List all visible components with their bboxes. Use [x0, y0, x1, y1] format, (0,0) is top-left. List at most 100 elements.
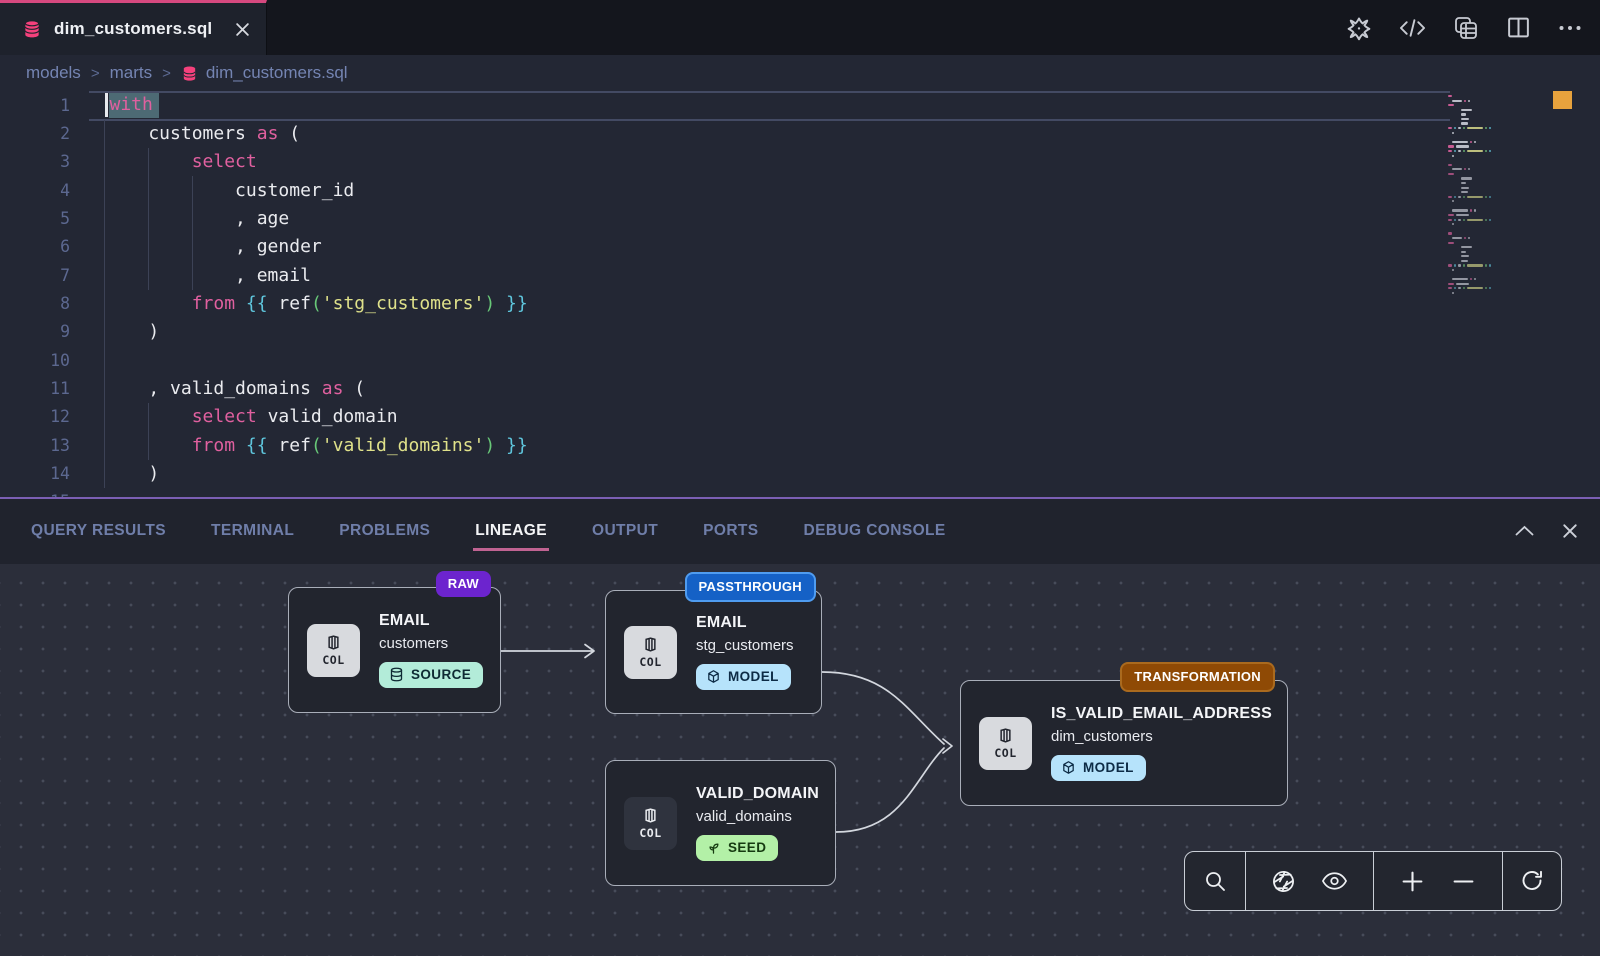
tab-close-icon[interactable]: [235, 22, 250, 37]
panel-tab-query-results[interactable]: QUERY RESULTS: [31, 522, 166, 540]
code-line: 15: [0, 488, 1600, 497]
database-icon: [389, 667, 404, 682]
node-model-name: stg_customers: [696, 637, 794, 654]
database-file-icon: [181, 65, 198, 82]
lineage-node-dim-customers[interactable]: TRANSFORMATION COL IS_VALID_EMAIL_ADDRES…: [960, 680, 1288, 806]
line-number: 6: [0, 237, 70, 256]
line-number: 5: [0, 209, 70, 228]
breadcrumb-file[interactable]: dim_customers.sql: [181, 63, 348, 83]
line-number: 10: [0, 351, 70, 370]
source-badge[interactable]: SOURCE: [379, 662, 483, 688]
node-model-name: customers: [379, 635, 483, 652]
indent-guide: [148, 403, 149, 460]
node-column-name: VALID_DOMAIN: [696, 785, 819, 803]
code-line: 10: [0, 346, 1600, 374]
code-line: 4 customer_id: [0, 176, 1600, 204]
breadcrumb-models[interactable]: models: [26, 63, 81, 83]
panel-tab-problems[interactable]: PROBLEMS: [339, 522, 430, 540]
panel-tab-debug-console[interactable]: DEBUG CONSOLE: [804, 522, 946, 540]
code-editor[interactable]: 1with2 customers as (3 select4 customer_…: [0, 91, 1600, 497]
current-line-border-bottom: [89, 119, 1450, 121]
breadcrumb: models > marts > dim_customers.sql: [0, 55, 1600, 91]
zoom-out-icon[interactable]: [1452, 870, 1475, 893]
transformation-tag: TRANSFORMATION: [1120, 662, 1275, 692]
line-number: 12: [0, 407, 70, 426]
cube-icon: [706, 669, 721, 684]
close-icon[interactable]: [1562, 523, 1578, 539]
columns-icon: [641, 635, 660, 654]
dbt-icon[interactable]: [1346, 15, 1372, 41]
node-column-name: EMAIL: [379, 612, 483, 630]
panel-tab-output[interactable]: OUTPUT: [592, 522, 658, 540]
panel-tab-lineage[interactable]: LINEAGE: [475, 522, 547, 540]
minimap[interactable]: [1448, 95, 1534, 301]
line-number: 1: [0, 96, 70, 115]
column-chip: COL: [979, 717, 1032, 770]
indent-guide: [192, 176, 193, 290]
lineage-node-stg-customers[interactable]: PASSTHROUGH COL EMAIL stg_customers MODE…: [605, 590, 822, 714]
code-icon[interactable]: [1399, 17, 1426, 39]
current-line-border-top: [89, 91, 1450, 93]
code-line: 5 , age: [0, 204, 1600, 232]
raw-tag: RAW: [436, 571, 491, 597]
lineage-node-valid-domains[interactable]: COL VALID_DOMAIN valid_domains SEED: [605, 760, 836, 886]
panel-tab-terminal[interactable]: TERMINAL: [211, 522, 294, 540]
indent-guide: [148, 148, 149, 290]
panel-header-icons: [1515, 499, 1578, 562]
line-number: 4: [0, 181, 70, 200]
breadcrumb-marts[interactable]: marts: [110, 63, 153, 83]
code-line: 6 , gender: [0, 233, 1600, 261]
seed-badge[interactable]: SEED: [696, 835, 778, 861]
aperture-icon[interactable]: [1271, 869, 1296, 894]
column-chip: COL: [624, 797, 677, 850]
line-number: 13: [0, 436, 70, 455]
columns-icon: [996, 726, 1015, 745]
code-line: 8 from {{ ref('stg_customers') }}: [0, 289, 1600, 317]
code-line: 9 ): [0, 318, 1600, 346]
model-badge[interactable]: MODEL: [696, 664, 791, 690]
node-model-name: dim_customers: [1051, 728, 1272, 745]
columns-icon: [641, 806, 660, 825]
code-line: 1with: [0, 91, 1600, 119]
bottom-panel: QUERY RESULTS TERMINAL PROBLEMS LINEAGE OUTP…: [0, 497, 1600, 956]
zoom-in-icon[interactable]: [1401, 870, 1424, 893]
code-lines: 1with2 customers as (3 select4 customer_…: [0, 91, 1600, 497]
eye-icon[interactable]: [1321, 871, 1348, 891]
sprout-icon: [706, 840, 721, 855]
indent-guide: [104, 120, 105, 488]
ide-window: dim_customers.sql: [0, 0, 1600, 956]
database-file-icon: [22, 19, 42, 39]
tab-title: dim_customers.sql: [54, 19, 223, 39]
node-column-name: EMAIL: [696, 614, 794, 632]
line-number: 2: [0, 124, 70, 143]
line-number: 11: [0, 379, 70, 398]
node-model-name: valid_domains: [696, 808, 819, 825]
editor-tab-bar: dim_customers.sql: [0, 0, 1600, 55]
lineage-node-customers[interactable]: RAW COL EMAIL customers SOURCE: [288, 587, 501, 713]
tab-dim-customers[interactable]: dim_customers.sql: [0, 0, 267, 55]
lineage-canvas[interactable]: RAW COL EMAIL customers SOURCE: [0, 564, 1600, 956]
lineage-toolbar: [1184, 851, 1562, 911]
split-editor-icon[interactable]: [1506, 15, 1531, 40]
more-actions-icon[interactable]: [1558, 24, 1582, 32]
line-number: 8: [0, 294, 70, 313]
panel-tab-ports[interactable]: PORTS: [703, 522, 758, 540]
line-number: 7: [0, 266, 70, 285]
column-chip: COL: [624, 626, 677, 679]
node-column-name: IS_VALID_EMAIL_ADDRESS: [1051, 705, 1272, 723]
model-badge[interactable]: MODEL: [1051, 755, 1146, 781]
code-line: 14 ): [0, 459, 1600, 487]
cube-icon: [1061, 760, 1076, 775]
column-chip: COL: [307, 624, 360, 677]
copy-table-icon[interactable]: [1453, 15, 1479, 41]
columns-icon: [324, 633, 343, 652]
scrollbar-selection-marker: [1553, 91, 1572, 109]
line-number: 3: [0, 152, 70, 171]
code-line: 13 from {{ ref('valid_domains') }}: [0, 431, 1600, 459]
passthrough-tag: PASSTHROUGH: [685, 572, 816, 602]
refresh-icon[interactable]: [1520, 869, 1544, 893]
line-number: 14: [0, 464, 70, 483]
panel-tab-bar: QUERY RESULTS TERMINAL PROBLEMS LINEAGE OUTP…: [0, 499, 1600, 562]
chevron-up-icon[interactable]: [1515, 525, 1534, 536]
search-icon[interactable]: [1203, 869, 1227, 893]
